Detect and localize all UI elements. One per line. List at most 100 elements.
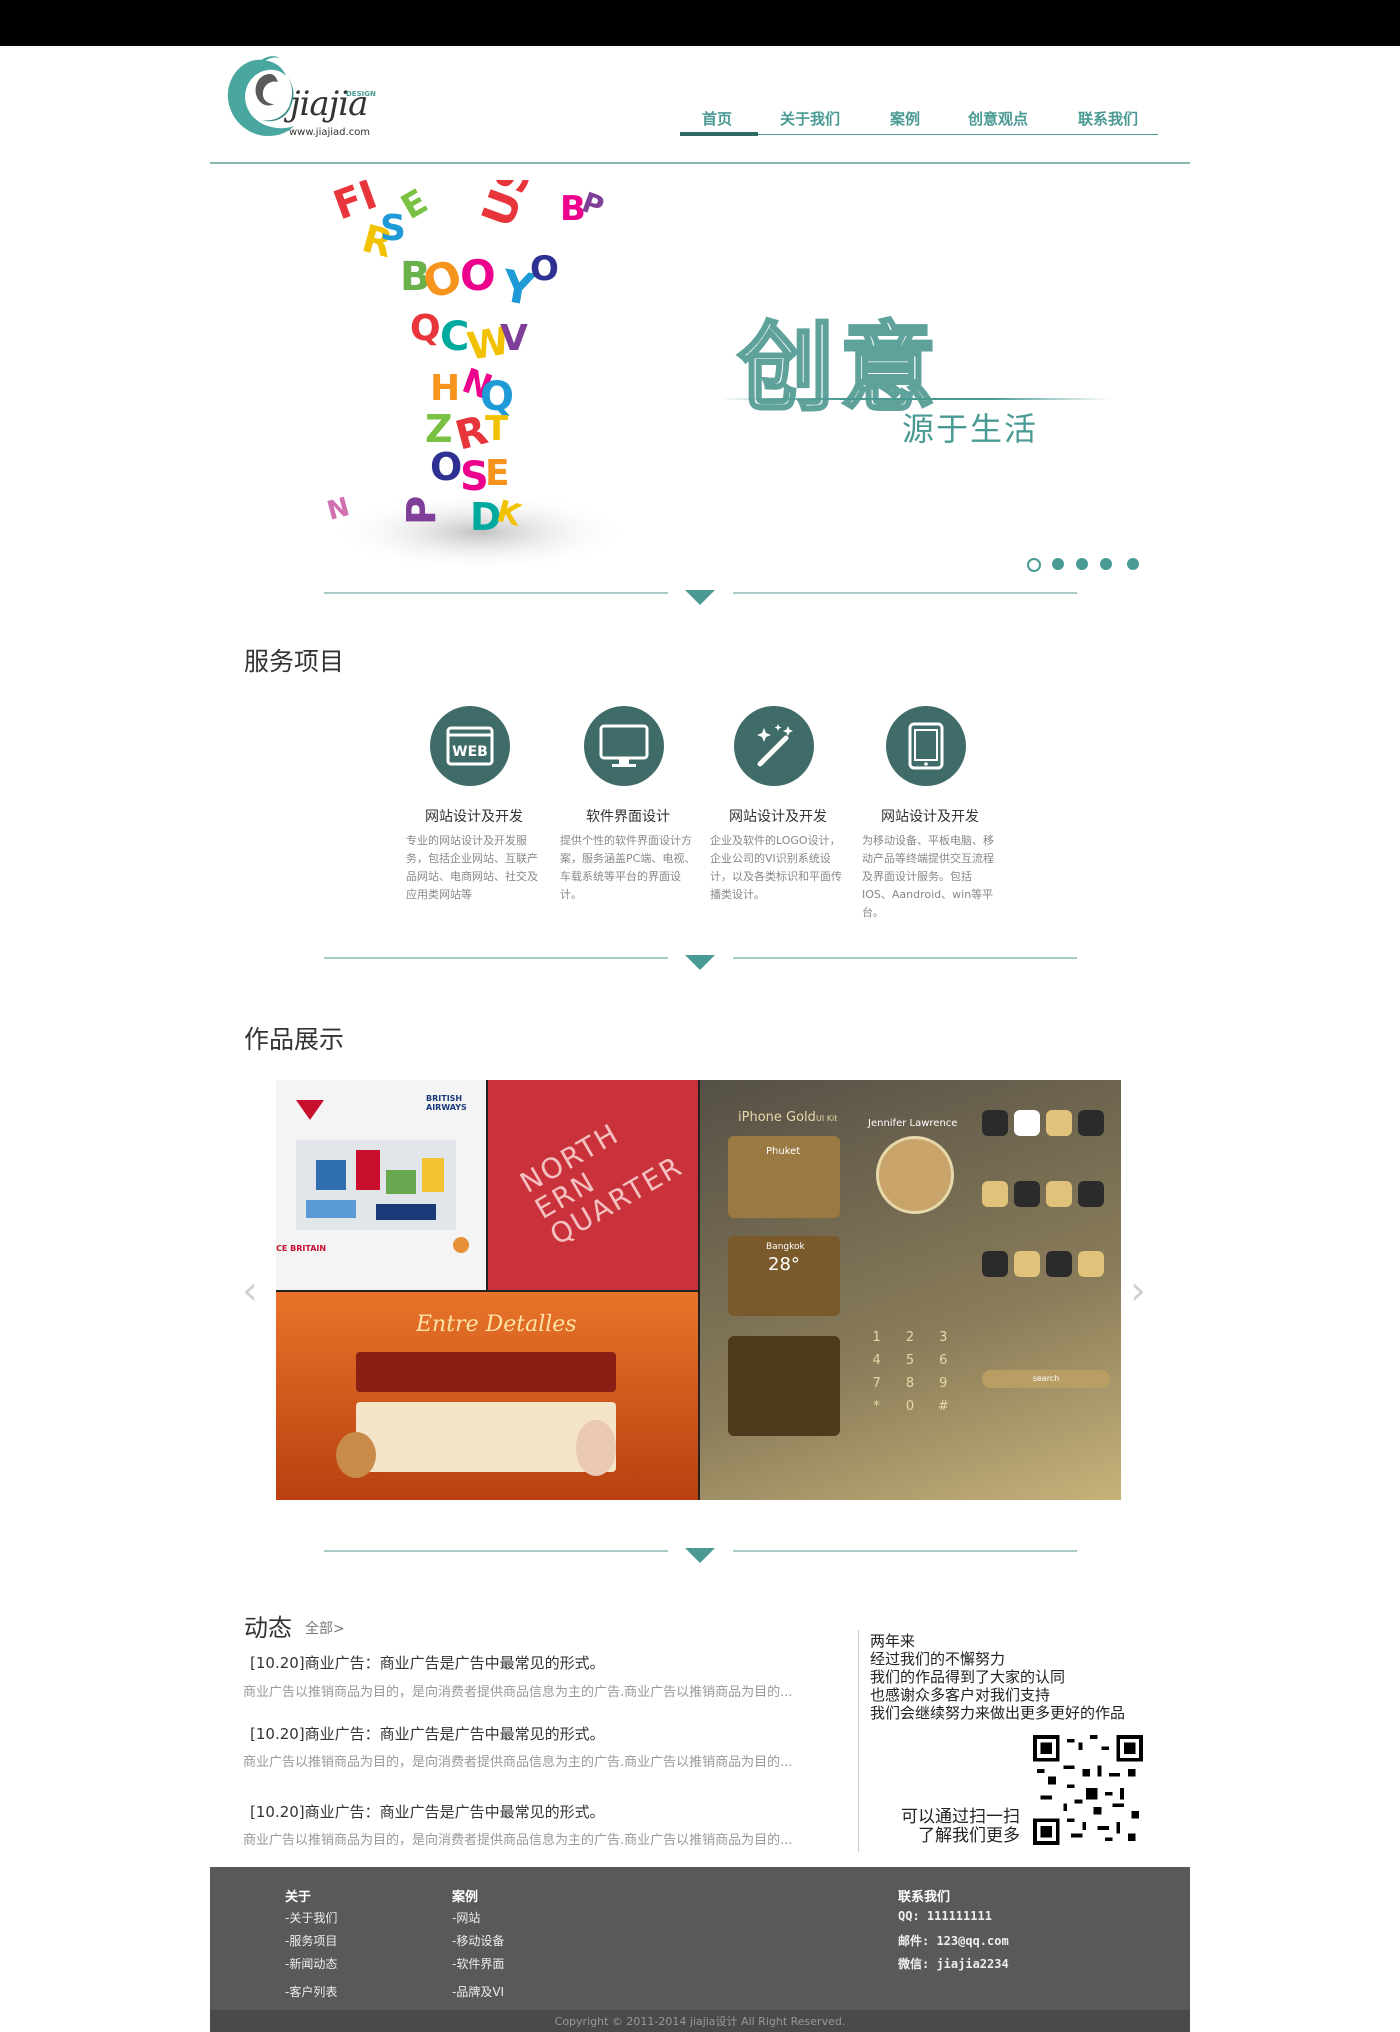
footer-qq: QQ: 111111111	[898, 1909, 992, 1923]
news-item-title[interactable]: [10.20]商业广告：商业广告是广告中最常见的形式。	[250, 1801, 605, 1822]
app-icon[interactable]	[1014, 1110, 1040, 1136]
footer-link[interactable]: -网站	[452, 1909, 480, 1926]
news-item-desc: 商业广告以推销商品为目的，是向消费者提供商品信息为主的广告.商业广告以推销商品为…	[243, 1685, 793, 1700]
news-item-title[interactable]: [10.20]商业广告：商业广告是广告中最常见的形式。	[250, 1652, 605, 1673]
logo-design-label: DESIGN	[346, 90, 376, 98]
toy-pig	[576, 1420, 616, 1476]
app-icon[interactable]	[1078, 1180, 1104, 1207]
svg-text:US: US	[472, 180, 543, 234]
service-name: 网站设计及开发	[425, 809, 523, 825]
hero-title-line	[720, 398, 1110, 400]
app-icon[interactable]	[1078, 1251, 1104, 1278]
tablet-icon[interactable]	[886, 706, 966, 786]
svg-text:O: O	[430, 445, 462, 489]
app-icon-grid	[982, 1110, 1110, 1310]
service-desc: 专业的网站设计及开发服务，包括企业网站、互联产品网站、电商网站、社交及应用类网站…	[406, 834, 538, 901]
footer-wechat: 微信: jiajia2234	[898, 1957, 1009, 1971]
section-divider-arrow-icon	[685, 955, 715, 970]
iphone-title: iPhone Gold	[738, 1110, 816, 1125]
main-nav: 首页 关于我们 案例 创意观点 联系我们	[680, 108, 1156, 134]
footer-link[interactable]: -移动设备	[452, 1932, 504, 1949]
svg-text:P: P	[399, 496, 445, 525]
slider-dot-5[interactable]	[1127, 558, 1139, 570]
qr-code-icon	[1033, 1735, 1143, 1845]
keypad-key[interactable]: 7	[860, 1376, 893, 1391]
news-separator	[858, 1630, 859, 1852]
keypad: 1 2 3 4 5 6 7 8 9 * 0 #	[860, 1330, 960, 1414]
keypad-key[interactable]: 1	[860, 1330, 893, 1345]
about-quote: 两年来 经过我们的不懈努力 我们的作品得到了大家的认同 也感谢众多客户对我们支持…	[870, 1632, 1125, 1722]
footer-link[interactable]: -关于我们	[285, 1909, 337, 1926]
logo-url: www.jiajiad.com	[289, 127, 371, 138]
app-icon[interactable]	[1046, 1251, 1072, 1278]
keypad-key[interactable]: 3	[927, 1330, 960, 1345]
work-british-airways[interactable]: BRITISH AIRWAYS CE BRITAIN	[276, 1080, 486, 1290]
keypad-key[interactable]: #	[927, 1399, 960, 1414]
slider-dot-4[interactable]	[1100, 558, 1112, 570]
section-divider-line-right	[733, 592, 1077, 594]
magic-wand-icon[interactable]	[734, 706, 814, 786]
news-item-title[interactable]: [10.20]商业广告：商业广告是广告中最常见的形式。	[250, 1723, 605, 1744]
footer-link[interactable]: -品牌及VI	[452, 1983, 504, 2000]
search-field[interactable]: search	[982, 1370, 1110, 1388]
nav-about[interactable]: 关于我们	[780, 108, 840, 129]
nav-contact[interactable]: 联系我们	[1078, 108, 1138, 129]
work-entre-detalles[interactable]: Entre Detalles	[276, 1292, 698, 1500]
entre-detalles-title: Entre Detalles	[416, 1312, 577, 1337]
app-icon[interactable]	[982, 1180, 1008, 1207]
keypad-key[interactable]: *	[860, 1399, 893, 1414]
keypad-key[interactable]: 9	[927, 1376, 960, 1391]
nav-cases[interactable]: 案例	[890, 108, 920, 129]
nav-home[interactable]: 首页	[702, 108, 732, 129]
work-northern-quarter[interactable]: NORTH ERN QUARTER	[488, 1080, 698, 1290]
app-icon[interactable]	[1078, 1110, 1104, 1136]
scan-line: 可以通过扫一扫	[901, 1807, 1020, 1827]
slider-dot-3[interactable]	[1076, 558, 1088, 570]
section-divider-line-right	[733, 957, 1077, 959]
app-icon[interactable]	[1046, 1180, 1072, 1207]
scan-line: 了解我们更多	[918, 1826, 1020, 1846]
footer-link[interactable]: -软件界面	[452, 1955, 504, 1972]
quote-line: 也感谢众多客户对我们支持	[870, 1686, 1051, 1704]
nav-ideas[interactable]: 创意观点	[968, 108, 1028, 129]
svg-text:N: N	[324, 492, 353, 527]
svg-text:Q: Q	[410, 308, 441, 349]
keypad-key[interactable]: 0	[893, 1399, 926, 1414]
footer-contact-heading: 联系我们	[898, 1890, 951, 1905]
svg-text:H: H	[430, 368, 460, 409]
app-icon[interactable]	[982, 1110, 1008, 1136]
keypad-key[interactable]: 6	[927, 1353, 960, 1368]
app-icon[interactable]	[982, 1251, 1008, 1278]
monitor-icon[interactable]	[584, 706, 664, 786]
app-icon[interactable]	[1014, 1180, 1040, 1207]
footer-link[interactable]: -服务项目	[285, 1932, 337, 1949]
app-icon[interactable]	[1046, 1110, 1072, 1136]
phuket-card: Phuket	[728, 1136, 840, 1218]
keypad-key[interactable]: 8	[893, 1376, 926, 1391]
gallery-next-chevron-icon[interactable]: ›	[1130, 1268, 1146, 1314]
keypad-key[interactable]: 4	[860, 1353, 893, 1368]
keypad-key[interactable]: 5	[893, 1353, 926, 1368]
footer-email[interactable]: 邮件: 123@qq.com	[898, 1932, 1009, 1949]
quote-line: 经过我们的不懈努力	[870, 1650, 1006, 1668]
scan-hint: 可以通过扫一扫 了解我们更多	[892, 1808, 1020, 1846]
work-iphone-gold-ui[interactable]: iPhone Gold UI Kit Phuket Bangkok 28° Je…	[700, 1080, 1121, 1500]
gallery-prev-chevron-icon[interactable]: ‹	[242, 1268, 258, 1314]
top-black-bar	[0, 0, 1400, 46]
slider-dot-1[interactable]	[1027, 558, 1041, 572]
slider-dot-2[interactable]	[1052, 558, 1064, 570]
temple-card	[728, 1336, 840, 1436]
bangkok-card: Bangkok 28°	[728, 1236, 840, 1316]
svg-text:O: O	[460, 251, 496, 300]
service-name: 网站设计及开发	[729, 809, 827, 825]
service-name: 网站设计及开发	[881, 809, 979, 825]
keypad-key[interactable]: 2	[893, 1330, 926, 1345]
app-icon[interactable]	[1014, 1251, 1040, 1278]
web-icon[interactable]: WEB	[430, 706, 510, 786]
footer-link[interactable]: -客户列表	[285, 1983, 337, 2000]
news-all-link[interactable]: 全部>	[305, 1618, 345, 1638]
iphone-sub: UI Kit	[816, 1114, 838, 1123]
footer-about-heading: 关于	[285, 1890, 312, 1905]
section-divider-arrow-icon	[685, 590, 715, 605]
footer-link[interactable]: -新闻动态	[285, 1955, 337, 1972]
